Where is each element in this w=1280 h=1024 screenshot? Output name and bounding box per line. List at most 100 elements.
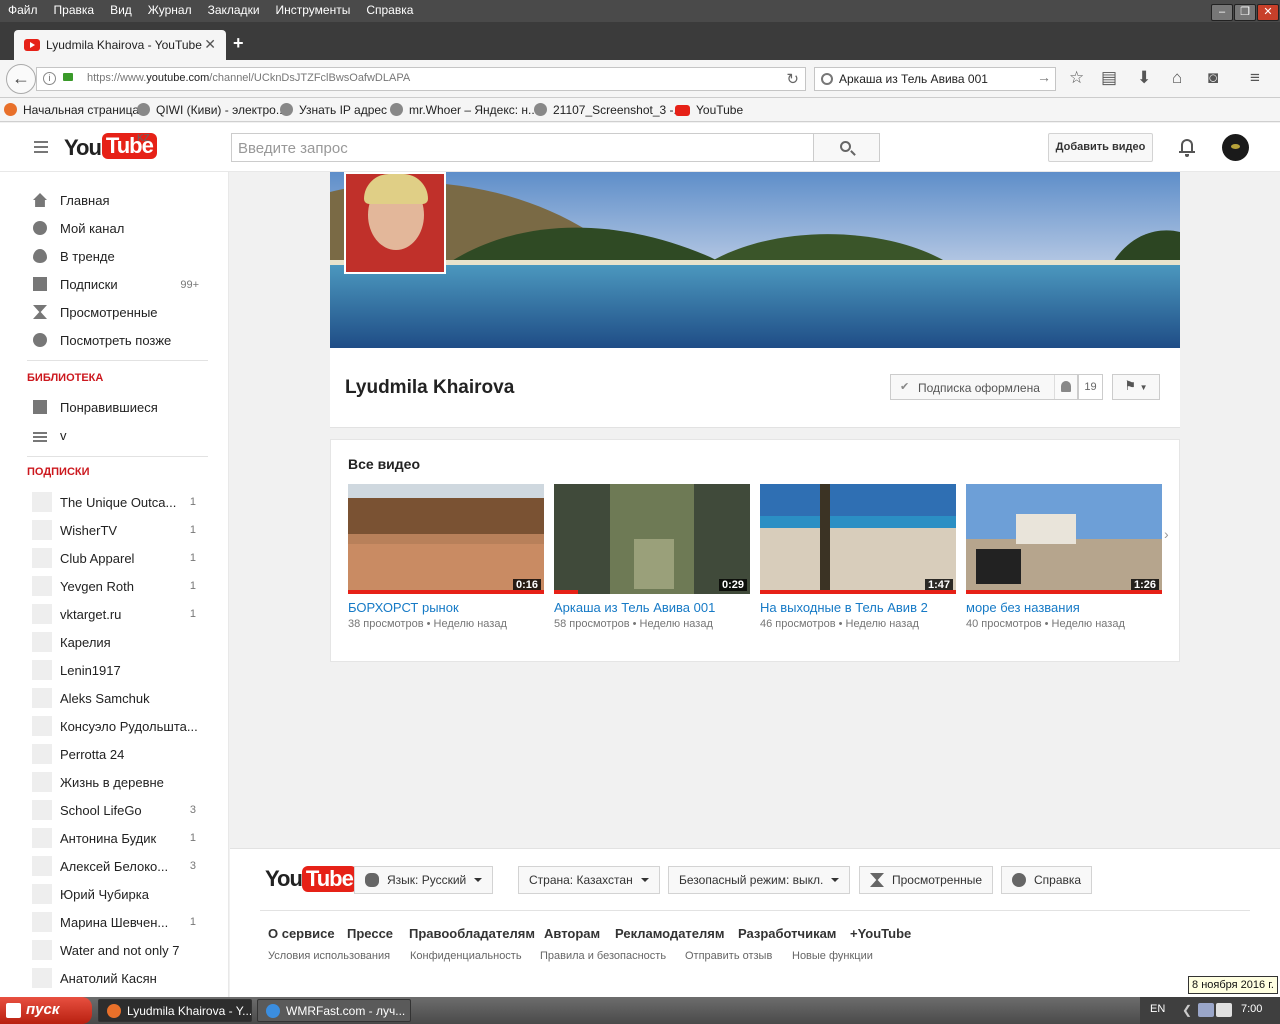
video-title[interactable]: На выходные в Тель Авив 2 [760,600,956,615]
help-button[interactable]: Справка [1001,866,1093,894]
subscription-item[interactable]: Консуэло Рудольшта... [32,716,202,736]
tray-app-icon[interactable] [1198,1003,1214,1017]
downloads-icon[interactable]: ⬇ [1137,68,1151,88]
nav-history[interactable]: Просмотренные [33,305,158,320]
shelf-next-arrow-icon[interactable]: › [1164,526,1169,542]
tray-network-icon[interactable] [1216,1003,1232,1017]
new-tab-icon[interactable]: + [233,33,244,54]
footer-link[interactable]: Рекламодателям [615,926,724,941]
video-thumbnail[interactable]: 1:47 [760,484,956,594]
maximize-button[interactable]: ❐ [1234,4,1256,21]
subscription-item[interactable]: vktarget.ru 1 [32,604,202,624]
bookmark-screenshot[interactable]: 21107_Screenshot_3 -... [534,103,684,117]
nav-watch-later[interactable]: Посмотреть позже [33,333,171,348]
footer-link[interactable]: О сервисе [268,926,335,941]
menu-bookmarks[interactable]: Закладки [200,0,268,17]
task-chrome[interactable]: WMRFast.com - луч... [257,999,411,1022]
browser-menu-icon[interactable]: ≡ [1250,68,1260,88]
bookmark-star-icon[interactable]: ☆ [1069,68,1084,88]
footer-secondary-link[interactable]: Условия использования [268,950,390,962]
language-indicator[interactable]: EN [1150,1003,1165,1015]
footer-secondary-link[interactable]: Отправить отзыв [685,950,772,962]
video-title[interactable]: море без названия [966,600,1162,615]
reading-list-icon[interactable]: ▤ [1101,68,1117,88]
browser-tab[interactable]: Lyudmila Khairova - YouTube ✕ [14,30,226,60]
video-thumbnail[interactable]: 0:16 [348,484,544,594]
search-go-icon[interactable]: → [1037,69,1051,85]
video-thumbnail[interactable]: 0:29 [554,484,750,594]
footer-secondary-link[interactable]: Правила и безопасность [540,950,666,962]
notifications-bell-icon[interactable] [1179,138,1195,157]
footer-youtube-logo[interactable]: You Tube [265,866,357,892]
close-window-button[interactable]: ✕ [1257,4,1279,21]
home-browser-icon[interactable]: ⌂ [1172,68,1182,88]
shelf-title[interactable]: Все видео [348,456,420,472]
youtube-logo[interactable]: You Tube KZ [64,133,157,163]
url-bar[interactable]: i https://www.youtube.com/channel/UCknDs… [36,67,806,91]
subscription-item[interactable]: Yevgen Roth 1 [32,576,202,596]
subscription-item[interactable]: Жизнь в деревне [32,772,202,792]
footer-link[interactable]: +YouTube [850,926,911,941]
bookmark-youtube[interactable]: YouTube [675,103,743,117]
notification-settings-bell-icon[interactable] [1054,375,1077,399]
youtube-search-button[interactable] [813,133,880,162]
video-title[interactable]: БОРХОРСТ рынок [348,600,544,615]
subscriptions-heading[interactable]: ПОДПИСКИ [27,466,90,478]
subscription-item[interactable]: The Unique Outca... 1 [32,492,202,512]
video-card[interactable]: 0:29 Аркаша из Тель Авива 001 58 просмотро… [554,484,750,630]
clock[interactable]: 7:00 [1241,1003,1262,1015]
start-button[interactable]: пуск [0,997,92,1024]
bookmark-start-page[interactable]: Начальная страница [4,103,139,117]
subscription-item[interactable]: Perrotta 24 [32,744,202,764]
country-button[interactable]: Страна: Казахстан [518,866,660,894]
subscription-item[interactable]: Water and not only 7 [32,940,202,960]
video-card[interactable]: 1:26 море без названия 40 просмотров • Нед… [966,484,1162,630]
footer-link[interactable]: Авторам [544,926,600,941]
channel-avatar[interactable] [344,172,446,274]
tab-close-icon[interactable]: ✕ [204,36,216,53]
nav-my-channel[interactable]: Мой канал [33,221,124,236]
menu-help[interactable]: Справка [358,0,421,17]
subscribed-button[interactable]: ✔ Подписка оформлена [890,374,1078,400]
menu-history[interactable]: Журнал [140,0,200,17]
search-engine-icon[interactable] [821,73,833,85]
footer-link[interactable]: Правообладателям [409,926,535,941]
avatar[interactable] [1222,134,1249,161]
video-title[interactable]: Аркаша из Тель Авива 001 [554,600,750,615]
youtube-search-input[interactable]: Введите запрос [231,133,814,162]
menu-view[interactable]: Вид [102,0,140,17]
task-firefox[interactable]: Lyudmila Khairova - Y... [98,999,252,1022]
subscription-item[interactable]: Aleks Samchuk [32,688,202,708]
video-thumbnail[interactable]: 1:26 [966,484,1162,594]
footer-link[interactable]: Прессе [347,926,393,941]
reload-icon[interactable]: ↻ [786,70,799,88]
footer-link[interactable]: Разработчикам [738,926,836,941]
flag-menu-button[interactable]: ⚑ ▼ [1112,374,1160,400]
safety-mode-button[interactable]: Безопасный режим: выкл. [668,866,851,894]
subscription-item[interactable]: School LifeGo 3 [32,800,202,820]
nav-trending[interactable]: В тренде [33,249,115,264]
subscription-item[interactable]: Антонина Будик 1 [32,828,202,848]
nav-playlist-v[interactable]: v [33,428,67,443]
pocket-icon[interactable]: ◙ [1208,68,1218,88]
subscription-item[interactable]: Club Apparel 1 [32,548,202,568]
nav-liked[interactable]: Понравившиеся [33,400,158,415]
library-heading[interactable]: БИБЛИОТЕКА [27,372,103,384]
subscription-item[interactable]: Карелия [32,632,202,652]
nav-home[interactable]: Главная [33,193,109,208]
guide-menu-icon[interactable] [34,141,48,156]
site-info-icon[interactable]: i [43,72,56,85]
minimize-button[interactable]: – [1211,4,1233,21]
bookmark-whoer[interactable]: mr.Whoer – Яндекс: н... [390,103,538,117]
nav-subscriptions[interactable]: Подписки 99+ [33,277,203,292]
footer-secondary-link[interactable]: Конфиденциальность [410,950,522,962]
bookmark-qiwi[interactable]: QIWI (Киви) - электро... [137,103,286,117]
menu-edit[interactable]: Правка [46,0,103,17]
subscription-item[interactable]: WisherTV 1 [32,520,202,540]
history-button[interactable]: Просмотренные [859,866,994,894]
bookmark-ip[interactable]: Узнать IP адрес [280,103,387,117]
back-button[interactable]: ← [6,64,36,94]
channel-title[interactable]: Lyudmila Khairova [345,377,514,399]
tray-expand-icon[interactable]: ❮ [1182,1003,1192,1017]
subscription-item[interactable]: Юрий Чубирка [32,884,202,904]
